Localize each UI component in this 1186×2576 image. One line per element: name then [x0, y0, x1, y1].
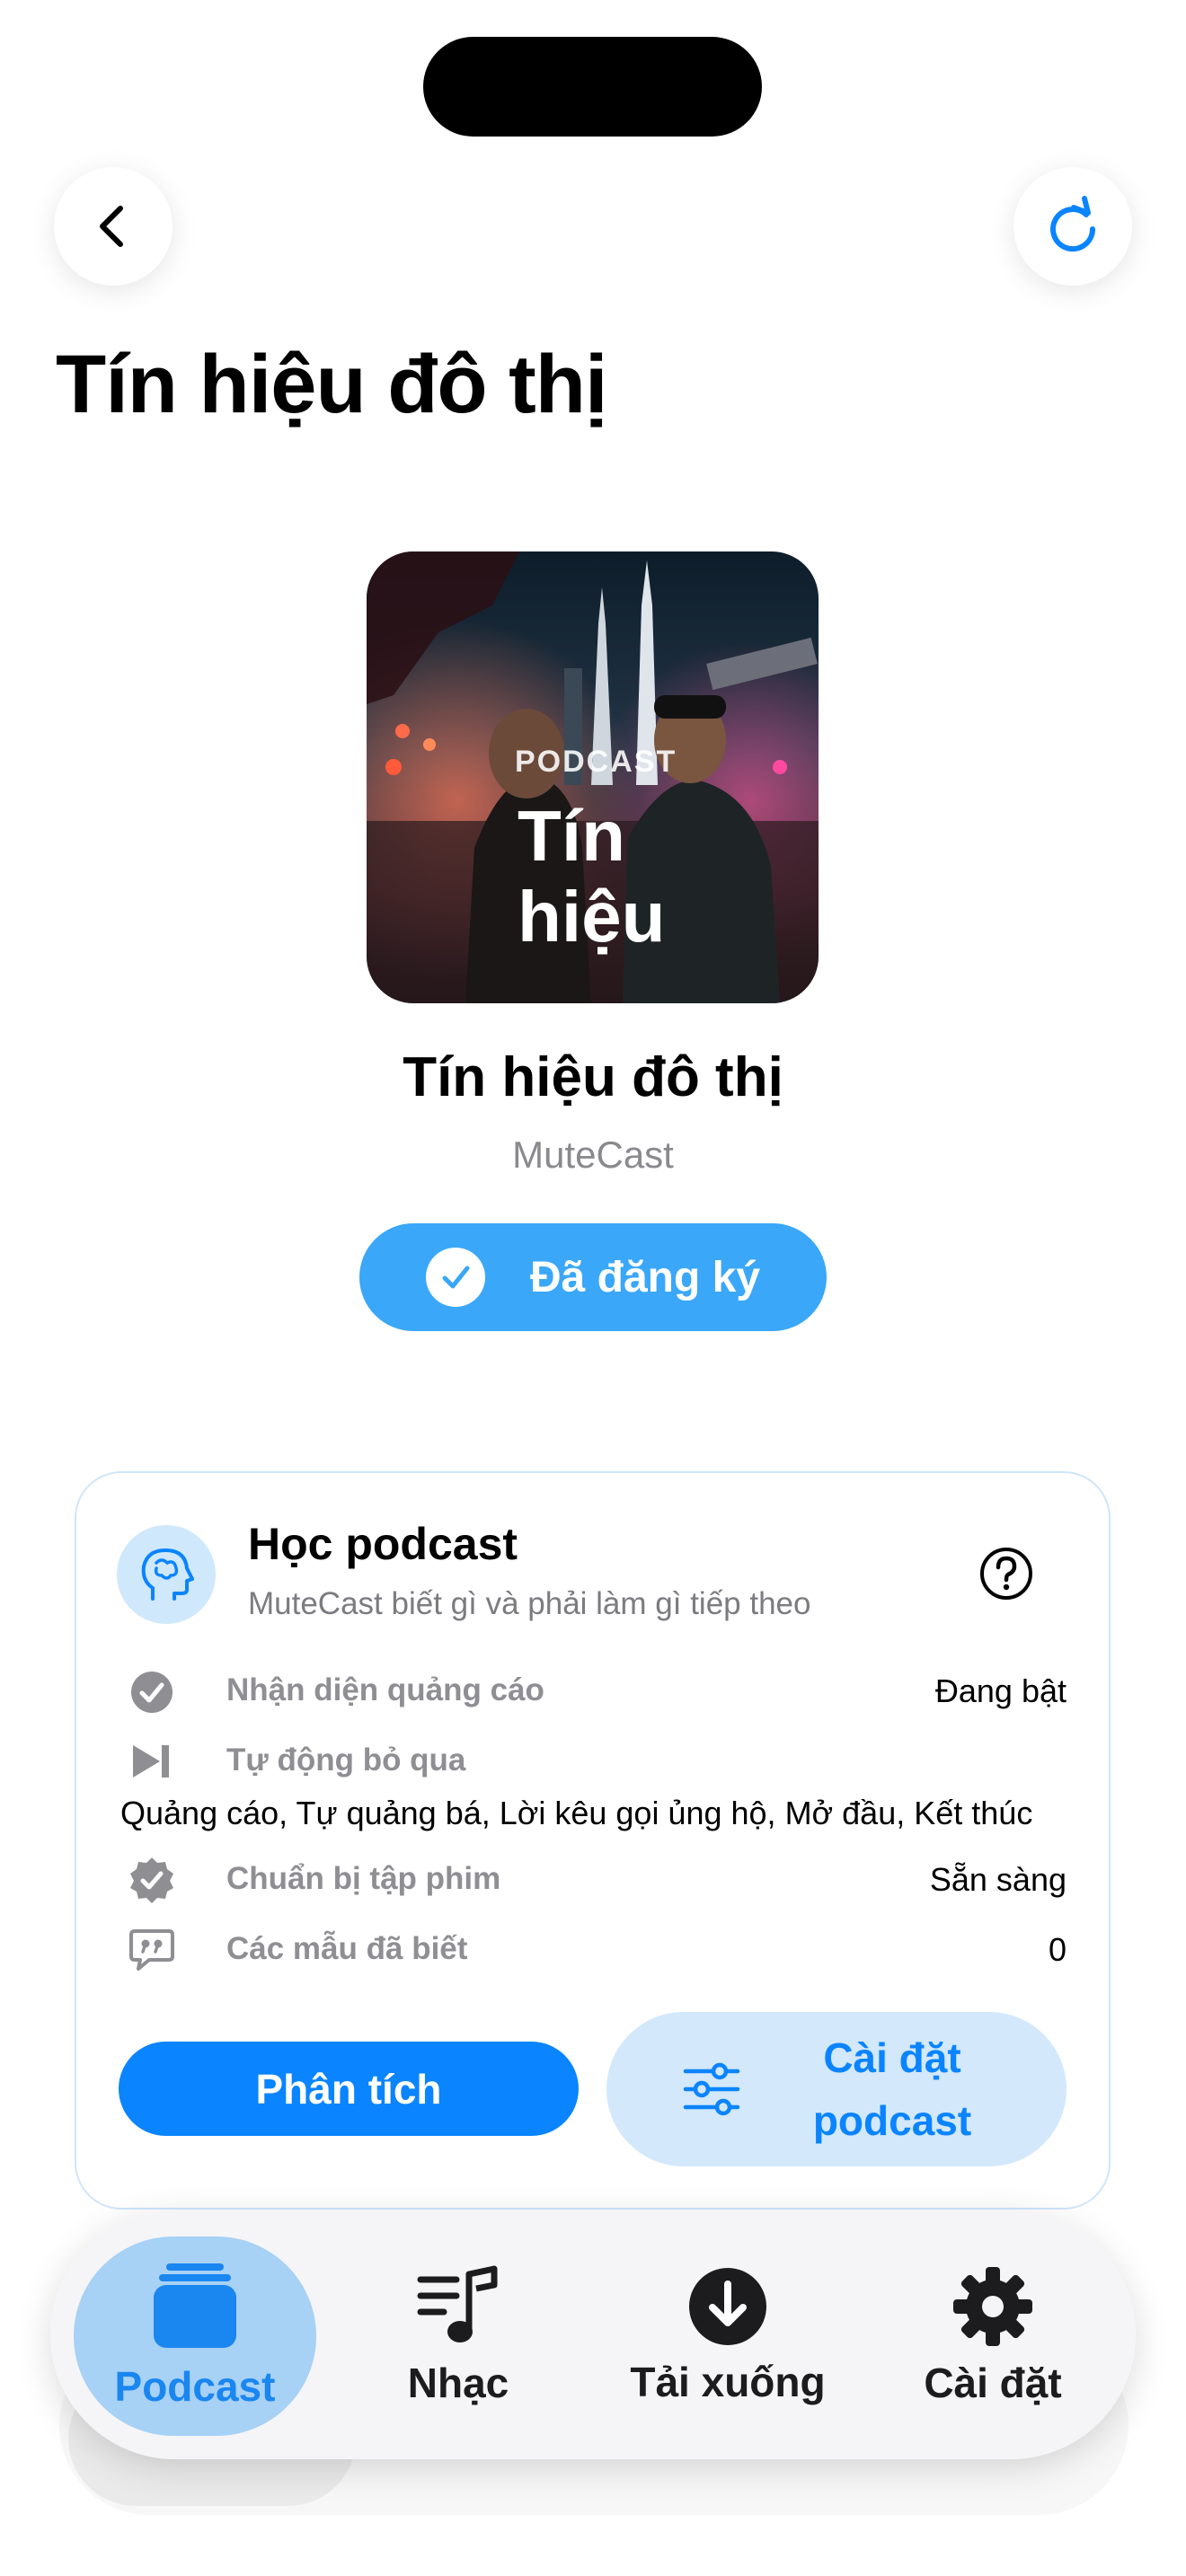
known-patterns-value: 0: [1048, 1931, 1067, 1968]
cover-title: Tín hiệu: [518, 796, 666, 957]
learning-title: Học podcast: [248, 1519, 518, 1569]
refresh-icon: [1050, 196, 1096, 252]
podcast-stack-icon: [154, 2263, 236, 2348]
podcast-settings-button[interactable]: Cài đặt podcast: [606, 2012, 1067, 2166]
analyze-label: Phân tích: [255, 2065, 442, 2113]
cover-label: PODCAST: [515, 745, 677, 779]
page-title: Tín hiệu đô thị: [56, 339, 608, 430]
music-list-icon: [417, 2265, 498, 2342]
ad-detection-label: Nhận diện quảng cáo: [226, 1672, 544, 1707]
podcast-author[interactable]: MuteCast: [0, 1134, 1186, 1177]
tab-downloads-label: Tải xuống: [630, 2359, 826, 2405]
brain-head-icon: [117, 1525, 216, 1624]
back-button[interactable]: [54, 167, 173, 286]
check-circle-icon: [124, 1664, 180, 1720]
help-icon[interactable]: [979, 1547, 1033, 1601]
verified-badge-icon: [124, 1852, 180, 1908]
ad-detection-value: Đang bật: [934, 1672, 1067, 1709]
tab-music-label: Nhạc: [407, 2360, 509, 2406]
auto-skip-detail: Quảng cáo, Tự quảng bá, Lời kêu gọi ủng …: [120, 1795, 1033, 1831]
podcast-cover[interactable]: PODCAST Tín hiệu: [367, 551, 819, 1003]
tab-settings[interactable]: Cài đặt: [890, 2236, 1096, 2436]
learning-subtitle: MuteCast biết gì và phải làm gì tiếp the…: [248, 1586, 811, 1621]
subscribed-button[interactable]: Đã đăng ký: [359, 1223, 827, 1331]
gear-icon: [953, 2267, 1032, 2346]
checkmark-icon: [425, 1248, 485, 1307]
podcast-settings-label: Cài đặt podcast: [812, 2034, 972, 2144]
tab-settings-label: Cài đặt: [924, 2360, 1062, 2406]
refresh-button[interactable]: [1013, 167, 1132, 286]
tab-music[interactable]: Nhạc: [359, 2236, 557, 2436]
episode-prep-value: Sẵn sàng: [929, 1861, 1067, 1898]
subscribed-label: Đã đăng ký: [529, 1253, 761, 1301]
tab-podcast-label: Podcast: [114, 2363, 276, 2410]
quote-bubble-icon: [124, 1922, 180, 1978]
known-patterns-label: Các mẫu đã biết: [226, 1931, 468, 1966]
skip-forward-icon: [124, 1734, 180, 1789]
podcast-title: Tín hiệu đô thị: [403, 1046, 783, 1108]
chevron-left-icon: [100, 206, 123, 247]
download-icon: [689, 2268, 766, 2345]
auto-skip-label: Tự động bỏ qua: [226, 1742, 466, 1778]
tab-downloads[interactable]: Tải xuống: [611, 2236, 845, 2436]
analyze-button[interactable]: Phân tích: [119, 2042, 579, 2136]
sliders-icon: [683, 2062, 740, 2116]
tab-podcast[interactable]: Podcast: [74, 2236, 316, 2436]
episode-prep-label: Chuẩn bị tập phim: [226, 1861, 501, 1896]
dynamic-island: [423, 37, 762, 137]
